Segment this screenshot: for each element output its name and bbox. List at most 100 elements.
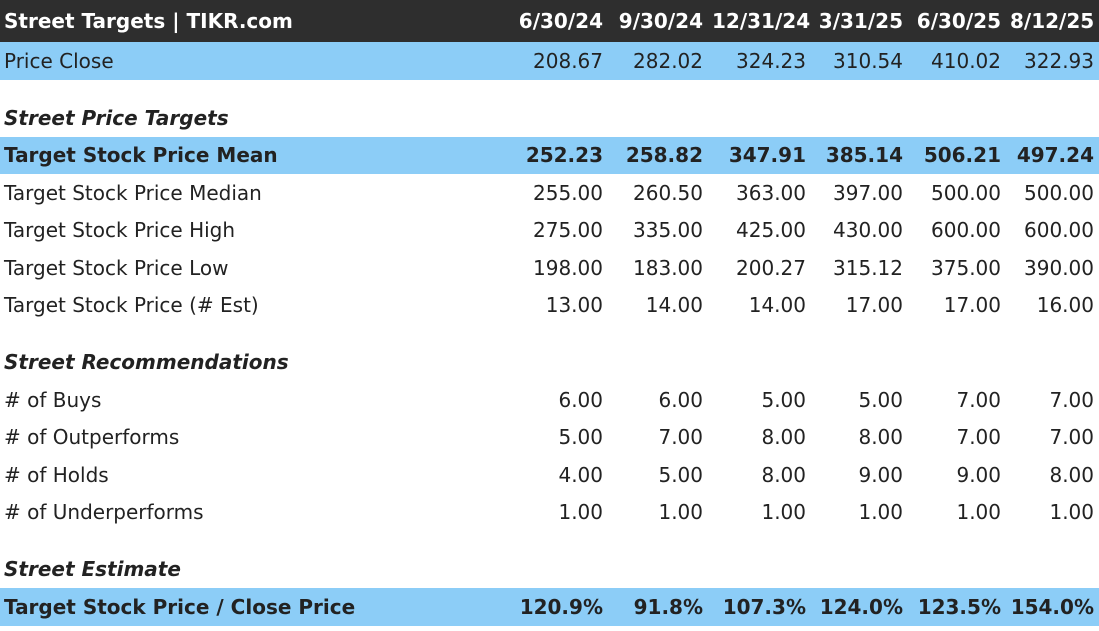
cell-value: 430.00 bbox=[833, 218, 903, 243]
section-heading-recommendations: Street Recommendations bbox=[0, 343, 1099, 381]
cell-value: 7.00 bbox=[1049, 387, 1094, 412]
header-row: Street Targets | TIKR.com 6/30/24 9/30/2… bbox=[0, 0, 1099, 42]
cell-value: 282.02 bbox=[633, 48, 703, 73]
cell-value: 9.00 bbox=[956, 462, 1001, 487]
cell-value: 600.00 bbox=[931, 218, 1001, 243]
cell-value: 315.12 bbox=[833, 255, 903, 280]
cell-value: 200.27 bbox=[736, 255, 806, 280]
cell-value: 8.00 bbox=[858, 425, 903, 450]
cell-value: 5.00 bbox=[658, 462, 703, 487]
cell-value: 1.00 bbox=[858, 500, 903, 525]
row-label: # of Buys bbox=[4, 387, 102, 412]
table-row: Target Stock Price Mean 252.23 258.82 34… bbox=[0, 136, 1099, 174]
cell-value: 5.00 bbox=[761, 387, 806, 412]
cell-value: 335.00 bbox=[633, 218, 703, 243]
table-row: Target Stock Price / Close Price 120.9% … bbox=[0, 588, 1099, 626]
table-row: # of Holds 4.00 5.00 8.00 9.00 9.00 8.00 bbox=[0, 456, 1099, 494]
cell-value: 322.93 bbox=[1024, 48, 1094, 73]
cell-value: 154.0% bbox=[1010, 594, 1094, 619]
row-label: Target Stock Price / Close Price bbox=[4, 594, 356, 619]
spacer bbox=[0, 80, 1099, 99]
cell-value: 4.00 bbox=[558, 462, 603, 487]
spacer bbox=[0, 531, 1099, 550]
street-targets-table: Street Targets | TIKR.com 6/30/24 9/30/2… bbox=[0, 0, 1099, 626]
cell-value: 183.00 bbox=[633, 255, 703, 280]
row-label: # of Outperforms bbox=[4, 425, 180, 450]
row-label: Target Stock Price Mean bbox=[4, 143, 278, 168]
cell-value: 497.24 bbox=[1016, 143, 1094, 168]
cell-value: 1.00 bbox=[1049, 500, 1094, 525]
table-row: Target Stock Price Median 255.00 260.50 … bbox=[0, 174, 1099, 212]
section-title: Street Recommendations bbox=[4, 350, 289, 374]
cell-value: 17.00 bbox=[943, 293, 1001, 318]
cell-value: 385.14 bbox=[825, 143, 903, 168]
cell-value: 7.00 bbox=[956, 425, 1001, 450]
row-label: # of Underperforms bbox=[4, 500, 204, 525]
column-header: 6/30/25 bbox=[916, 9, 1001, 33]
cell-value: 397.00 bbox=[833, 180, 903, 205]
cell-value: 8.00 bbox=[761, 425, 806, 450]
cell-value: 17.00 bbox=[845, 293, 903, 318]
cell-value: 1.00 bbox=[761, 500, 806, 525]
cell-value: 500.00 bbox=[1024, 180, 1094, 205]
cell-value: 198.00 bbox=[533, 255, 603, 280]
cell-value: 120.9% bbox=[519, 594, 603, 619]
cell-value: 5.00 bbox=[558, 425, 603, 450]
cell-value: 13.00 bbox=[545, 293, 603, 318]
cell-value: 107.3% bbox=[722, 594, 806, 619]
column-header: 6/30/24 bbox=[518, 9, 603, 33]
cell-value: 260.50 bbox=[633, 180, 703, 205]
table-row: # of Buys 6.00 6.00 5.00 5.00 7.00 7.00 bbox=[0, 381, 1099, 419]
row-label: Target Stock Price Low bbox=[4, 255, 229, 280]
table-title: Street Targets | TIKR.com bbox=[4, 9, 293, 33]
cell-value: 275.00 bbox=[533, 218, 603, 243]
table-row: Target Stock Price High 275.00 335.00 42… bbox=[0, 212, 1099, 250]
cell-value: 7.00 bbox=[658, 425, 703, 450]
cell-value: 506.21 bbox=[923, 143, 1001, 168]
section-heading-price-targets: Street Price Targets bbox=[0, 99, 1099, 137]
cell-value: 124.0% bbox=[819, 594, 903, 619]
section-title: Street Price Targets bbox=[4, 105, 229, 130]
cell-value: 258.82 bbox=[625, 143, 703, 168]
cell-value: 1.00 bbox=[558, 500, 603, 525]
cell-value: 7.00 bbox=[956, 387, 1001, 412]
cell-value: 425.00 bbox=[736, 218, 806, 243]
column-header: 12/31/24 bbox=[712, 9, 811, 33]
cell-value: 1.00 bbox=[658, 500, 703, 525]
cell-value: 14.00 bbox=[748, 293, 806, 318]
cell-value: 410.02 bbox=[931, 48, 1001, 73]
cell-value: 91.8% bbox=[633, 594, 703, 619]
cell-value: 1.00 bbox=[956, 500, 1001, 525]
table-row: # of Outperforms 5.00 7.00 8.00 8.00 7.0… bbox=[0, 419, 1099, 457]
cell-value: 7.00 bbox=[1049, 425, 1094, 450]
table-row: # of Underperforms 1.00 1.00 1.00 1.00 1… bbox=[0, 494, 1099, 532]
column-header: 3/31/25 bbox=[818, 9, 903, 33]
row-label: Price Close bbox=[4, 48, 114, 73]
column-header: 8/12/25 bbox=[1010, 9, 1095, 33]
cell-value: 363.00 bbox=[736, 180, 806, 205]
cell-value: 324.23 bbox=[736, 48, 806, 73]
cell-value: 208.67 bbox=[533, 48, 603, 73]
cell-value: 255.00 bbox=[533, 180, 603, 205]
cell-value: 9.00 bbox=[858, 462, 903, 487]
cell-value: 5.00 bbox=[858, 387, 903, 412]
row-label: Target Stock Price Median bbox=[4, 180, 262, 205]
cell-value: 600.00 bbox=[1024, 218, 1094, 243]
row-label: Target Stock Price High bbox=[4, 218, 236, 243]
table-row: Target Stock Price (# Est) 13.00 14.00 1… bbox=[0, 287, 1099, 325]
cell-value: 8.00 bbox=[761, 462, 806, 487]
cell-value: 310.54 bbox=[833, 48, 903, 73]
section-title: Street Estimate bbox=[4, 557, 181, 581]
row-label: Target Stock Price (# Est) bbox=[4, 293, 259, 318]
spacer bbox=[0, 324, 1099, 343]
cell-value: 252.23 bbox=[525, 143, 603, 168]
column-header: 9/30/24 bbox=[618, 9, 703, 33]
cell-value: 375.00 bbox=[931, 255, 1001, 280]
cell-value: 390.00 bbox=[1024, 255, 1094, 280]
cell-value: 500.00 bbox=[931, 180, 1001, 205]
cell-value: 16.00 bbox=[1036, 293, 1094, 318]
cell-value: 347.91 bbox=[728, 143, 806, 168]
cell-value: 123.5% bbox=[917, 594, 1001, 619]
section-heading-estimate: Street Estimate bbox=[0, 550, 1099, 588]
cell-value: 6.00 bbox=[558, 387, 603, 412]
